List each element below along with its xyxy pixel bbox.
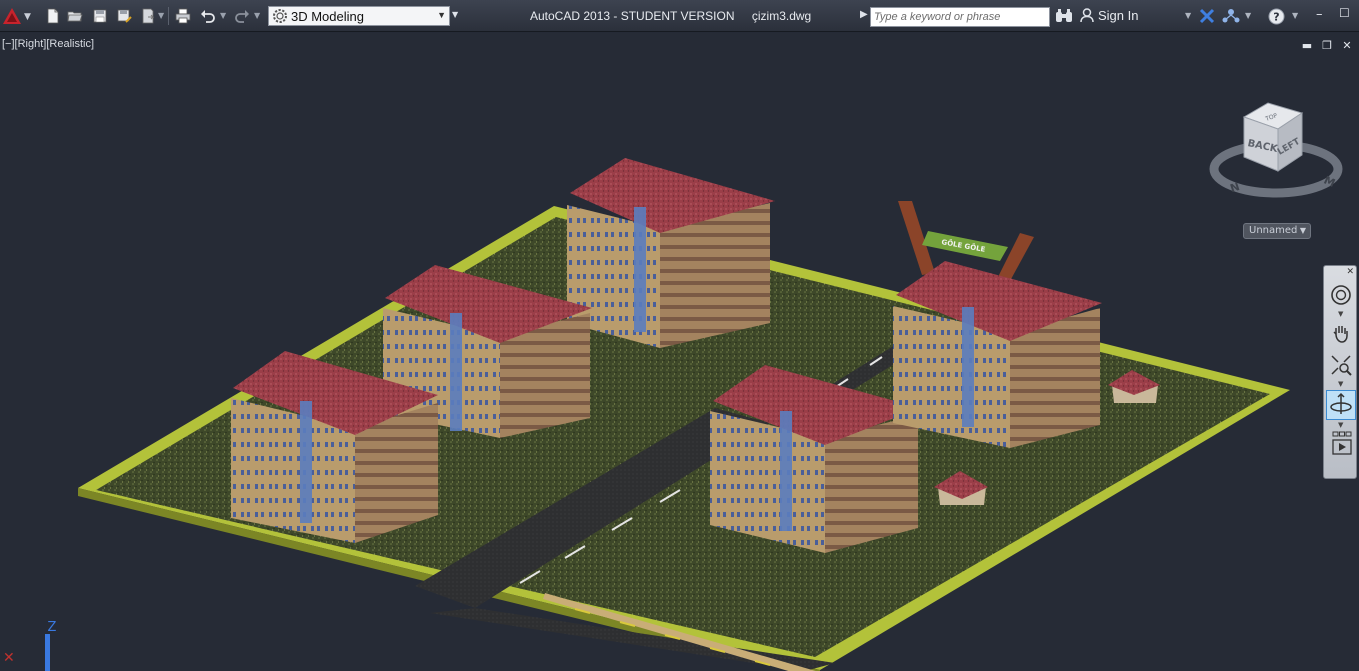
- model-scene[interactable]: GÖLE GÖLE: [0, 33, 1359, 671]
- sign-in-button[interactable]: Sign In: [1080, 8, 1138, 23]
- workspace-name: 3D Modeling: [291, 8, 364, 24]
- user-icon: [1080, 8, 1094, 23]
- file-name: çizim3.dwg: [751, 9, 812, 23]
- plot-preview-button[interactable]: [139, 7, 157, 25]
- search-expand-icon[interactable]: ▶: [860, 9, 868, 20]
- ucs-name: Unnamed: [1249, 225, 1298, 236]
- sign-in-label: Sign In: [1098, 8, 1139, 23]
- drawing-viewport[interactable]: GÖLE GÖLE [−][Right][Realistic] ▬ ❐ ✕ TO…: [0, 33, 1359, 671]
- chevron-down-icon[interactable]: ▼: [220, 11, 226, 20]
- printer-icon: [175, 8, 191, 24]
- undo-icon: [201, 10, 215, 23]
- application-menu-button[interactable]: ▼: [0, 2, 36, 30]
- showmotion-icon: [1332, 431, 1352, 455]
- new-file-icon: [47, 8, 59, 24]
- viewport-controls-label[interactable]: [−][Right][Realistic]: [2, 38, 94, 50]
- window-title: AutoCAD 2013 - STUDENT VERSION çizim3.dw…: [530, 9, 811, 23]
- publish-icon: [142, 8, 155, 24]
- building-back-center[interactable]: [567, 158, 775, 348]
- showmotion-button[interactable]: [1332, 431, 1352, 459]
- title-bar: ▼ ▼ ▼ ▼ 3D Modeling ▼ ▼ AutoCAD 2013 - S…: [0, 0, 1359, 32]
- chevron-down-icon: ▼: [437, 10, 446, 20]
- minimize-window-icon[interactable]: –: [1316, 7, 1323, 22]
- steeringwheel-button[interactable]: [1328, 282, 1354, 308]
- ucs-icon: Z: [45, 620, 57, 671]
- zoom-extents-icon: [1331, 355, 1352, 376]
- ucs-selector[interactable]: Unnamed ▼: [1243, 223, 1311, 239]
- hand-icon: [1333, 326, 1348, 343]
- x-axis-mark-icon: ✕: [3, 650, 15, 666]
- app-title: AutoCAD 2013 - STUDENT VERSION: [530, 9, 735, 23]
- chevron-down-icon[interactable]: ▼: [1338, 380, 1343, 388]
- community-icon: [1222, 9, 1240, 23]
- svg-text:?: ?: [1273, 11, 1279, 24]
- viewcube[interactable]: TOP BACK LEFT N M: [1206, 99, 1346, 199]
- close-viewport-icon[interactable]: ✕: [1341, 39, 1353, 52]
- help-button[interactable]: ?: [1268, 8, 1285, 28]
- orbit-button[interactable]: [1326, 390, 1356, 420]
- minimize-viewport-icon[interactable]: ▬: [1301, 39, 1313, 52]
- zoom-button[interactable]: [1328, 352, 1354, 378]
- navigation-bar: ✕ ▼ ▼ ▼: [1323, 265, 1357, 479]
- chevron-down-icon[interactable]: ▼: [1338, 421, 1343, 429]
- chevron-down-icon: ▼: [24, 12, 31, 22]
- save-button[interactable]: [91, 7, 109, 25]
- steering-wheel-icon: [1331, 285, 1351, 305]
- redo-icon: [235, 10, 249, 23]
- chevron-down-icon[interactable]: ▼: [1338, 310, 1343, 318]
- customize-quick-access-icon[interactable]: ▼: [452, 10, 458, 19]
- chevron-down-icon[interactable]: ▼: [1185, 11, 1191, 20]
- z-axis-label: Z: [48, 620, 57, 635]
- building-right[interactable]: [893, 261, 1102, 448]
- search-button[interactable]: [1055, 8, 1073, 27]
- maximize-window-icon[interactable]: ☐: [1339, 6, 1350, 20]
- chevron-down-icon[interactable]: ▼: [254, 11, 260, 20]
- workspace-selector[interactable]: 3D Modeling ▼: [268, 6, 450, 26]
- restore-viewport-icon[interactable]: ❐: [1321, 39, 1333, 52]
- plot-button[interactable]: [174, 7, 192, 25]
- redo-button[interactable]: [233, 7, 251, 25]
- save-as-icon: [117, 9, 132, 23]
- save-as-button[interactable]: [115, 7, 133, 25]
- search-input[interactable]: [870, 7, 1050, 27]
- new-file-button[interactable]: [44, 7, 62, 25]
- viewport-window-controls: ▬ ❐ ✕: [1301, 39, 1353, 52]
- binoculars-icon: [1056, 9, 1072, 22]
- chevron-down-icon[interactable]: ▼: [1245, 11, 1251, 20]
- folder-open-icon: [67, 11, 83, 22]
- save-icon: [93, 9, 107, 23]
- chevron-down-icon[interactable]: ▼: [158, 11, 164, 20]
- toolbar-separator: [168, 7, 169, 25]
- autocad-logo-icon: [3, 8, 21, 24]
- autocad-window: ▼ ▼ ▼ ▼ 3D Modeling ▼ ▼ AutoCAD 2013 - S…: [0, 0, 1359, 671]
- chevron-down-icon[interactable]: ▼: [1292, 11, 1298, 20]
- gear-icon: [273, 9, 287, 23]
- chevron-down-icon: ▼: [1299, 226, 1306, 235]
- open-file-button[interactable]: [66, 7, 84, 25]
- help-icon: ?: [1268, 8, 1285, 25]
- orbit-icon: [1330, 392, 1352, 414]
- undo-button[interactable]: [199, 7, 217, 25]
- exchange-apps-button[interactable]: [1199, 8, 1215, 27]
- compass-n-label: N: [1229, 180, 1242, 195]
- stay-connected-button[interactable]: [1222, 8, 1240, 27]
- pan-button[interactable]: [1328, 320, 1354, 346]
- exchange-x-icon: [1199, 8, 1215, 24]
- close-icon[interactable]: ✕: [1346, 267, 1354, 277]
